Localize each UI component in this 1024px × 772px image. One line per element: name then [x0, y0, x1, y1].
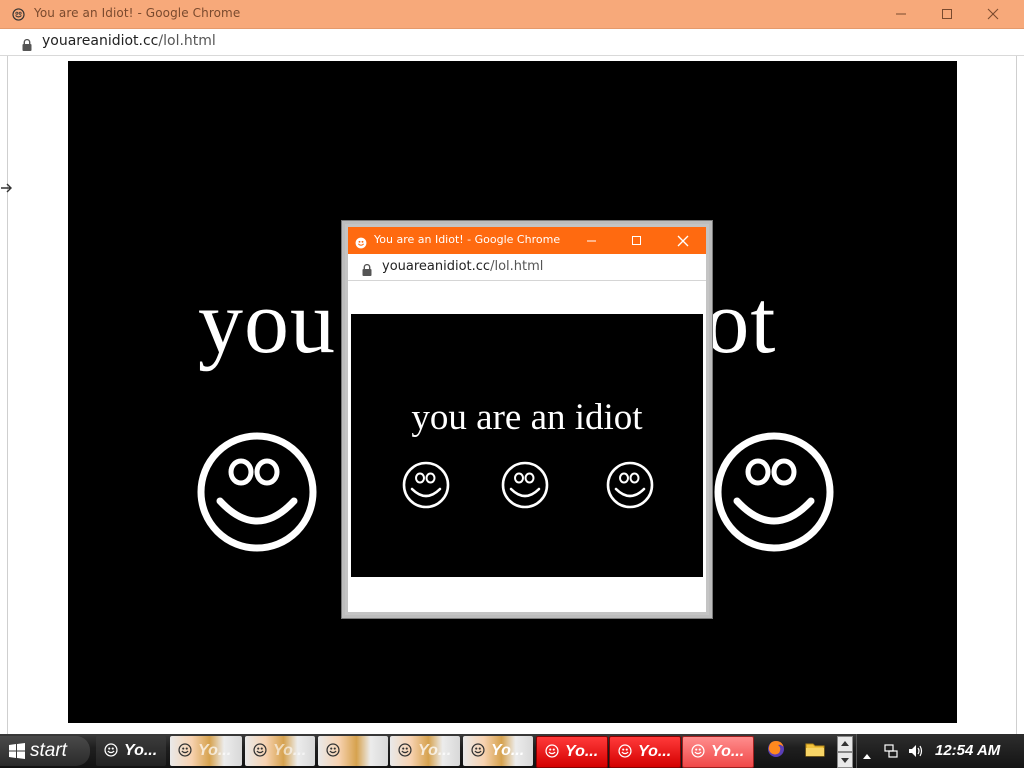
window-frame-right [1016, 56, 1024, 734]
taskbar-button[interactable]: Yo... [245, 736, 315, 766]
system-clock[interactable]: 12:54 AM [935, 742, 1000, 759]
firefox-icon [766, 739, 786, 763]
url-host: youareanidiot.cc [382, 259, 491, 274]
smiley-favicon-icon [178, 742, 192, 761]
popup-page-area: you are an idiot [348, 281, 706, 612]
smiley-face-icon [606, 461, 654, 513]
popup-title-bar[interactable]: You are an Idiot! - Google Chrome [348, 227, 706, 254]
popup-page-content: you are an idiot [351, 314, 703, 577]
close-icon [987, 8, 999, 20]
taskbar-button-label: Yo... [491, 742, 525, 759]
taskbar-button[interactable]: Yo... [170, 736, 242, 766]
smiley-face-icon [501, 461, 549, 513]
address-url[interactable]: youareanidiot.cc/lol.html [42, 33, 216, 49]
taskbar-button-label: Yo... [418, 742, 452, 759]
mouse-cursor-icon [0, 180, 14, 199]
taskbar-scroll-buttons[interactable] [837, 736, 853, 768]
smiley-face-icon [196, 431, 318, 557]
smiley-favicon-icon [326, 742, 340, 761]
taskbar-button-label: Yo... [565, 743, 599, 760]
taskbar-button[interactable]: Yo... [609, 736, 681, 768]
url-path: /lol.html [490, 259, 544, 274]
maximize-button[interactable] [924, 0, 970, 28]
popup-window-title: You are an Idiot! - Google Chrome [374, 233, 561, 246]
close-button[interactable] [970, 0, 1016, 28]
popup-address-bar[interactable]: youareanidiot.cc/lol.html [348, 254, 706, 281]
popup-page-heading: you are an idiot [411, 397, 643, 438]
lock-icon [362, 261, 372, 280]
popup-minimize-button[interactable] [569, 227, 614, 254]
popup-address-url[interactable]: youareanidiot.cc/lol.html [382, 259, 543, 274]
lock-icon [22, 36, 32, 55]
taskbar-button-label: Yo... [124, 742, 158, 759]
taskbar-button[interactable]: Yo... [96, 736, 166, 766]
url-path: /lol.html [158, 33, 216, 49]
smiley-favicon-icon [618, 743, 632, 762]
folder-launch-button[interactable] [801, 737, 829, 765]
taskbar-button[interactable]: Yo... [390, 736, 460, 766]
windows-logo-icon [8, 742, 26, 760]
minimize-icon [896, 13, 906, 15]
minimize-button[interactable] [878, 0, 924, 28]
popup-browser-window[interactable]: You are an Idiot! - Google Chrome youare… [341, 220, 713, 619]
address-bar[interactable]: youareanidiot.cc/lol.html [0, 29, 1024, 56]
taskbar-button[interactable]: Yo... [536, 736, 608, 768]
firefox-launch-button[interactable] [762, 737, 790, 765]
folder-icon [805, 740, 825, 762]
smiley-favicon-icon [355, 234, 367, 253]
taskbar-button-label: Yo... [711, 743, 745, 760]
smiley-favicon-icon [398, 742, 412, 761]
maximize-icon [942, 9, 952, 19]
volume-icon[interactable] [907, 743, 925, 763]
smiley-face-icon [402, 461, 450, 513]
system-tray: 12:54 AM [856, 734, 1024, 768]
taskbar-button-label: Yo... [198, 742, 232, 759]
smiley-favicon-icon [104, 742, 118, 761]
maximize-icon [632, 236, 641, 245]
taskbar-button-label: Yo... [273, 742, 307, 759]
main-title-bar[interactable]: You are an Idiot! - Google Chrome [0, 0, 1024, 29]
window-frame-left [0, 56, 8, 734]
popup-maximize-button[interactable] [614, 227, 659, 254]
main-window-title: You are an Idiot! - Google Chrome [34, 6, 241, 20]
show-hidden-icons-icon[interactable] [863, 746, 871, 765]
taskbar-button[interactable]: Yo... [463, 736, 533, 766]
url-host: youareanidiot.cc [42, 33, 159, 49]
smiley-favicon-icon [691, 743, 705, 762]
start-button[interactable]: start [0, 736, 90, 766]
close-icon [677, 235, 688, 246]
smiley-favicon-icon [545, 743, 559, 762]
taskbar-button[interactable] [318, 736, 388, 766]
smiley-favicon-icon [471, 742, 485, 761]
taskbar-button-label: Yo... [638, 743, 672, 760]
start-label: start [30, 740, 67, 761]
network-icon[interactable] [883, 743, 899, 763]
taskbar-button-active[interactable]: Yo... [682, 736, 754, 768]
popup-close-button[interactable] [660, 227, 705, 254]
smiley-favicon-icon [12, 6, 25, 25]
smiley-favicon-icon [253, 742, 267, 761]
smiley-face-icon [713, 431, 835, 557]
minimize-icon [587, 240, 596, 242]
